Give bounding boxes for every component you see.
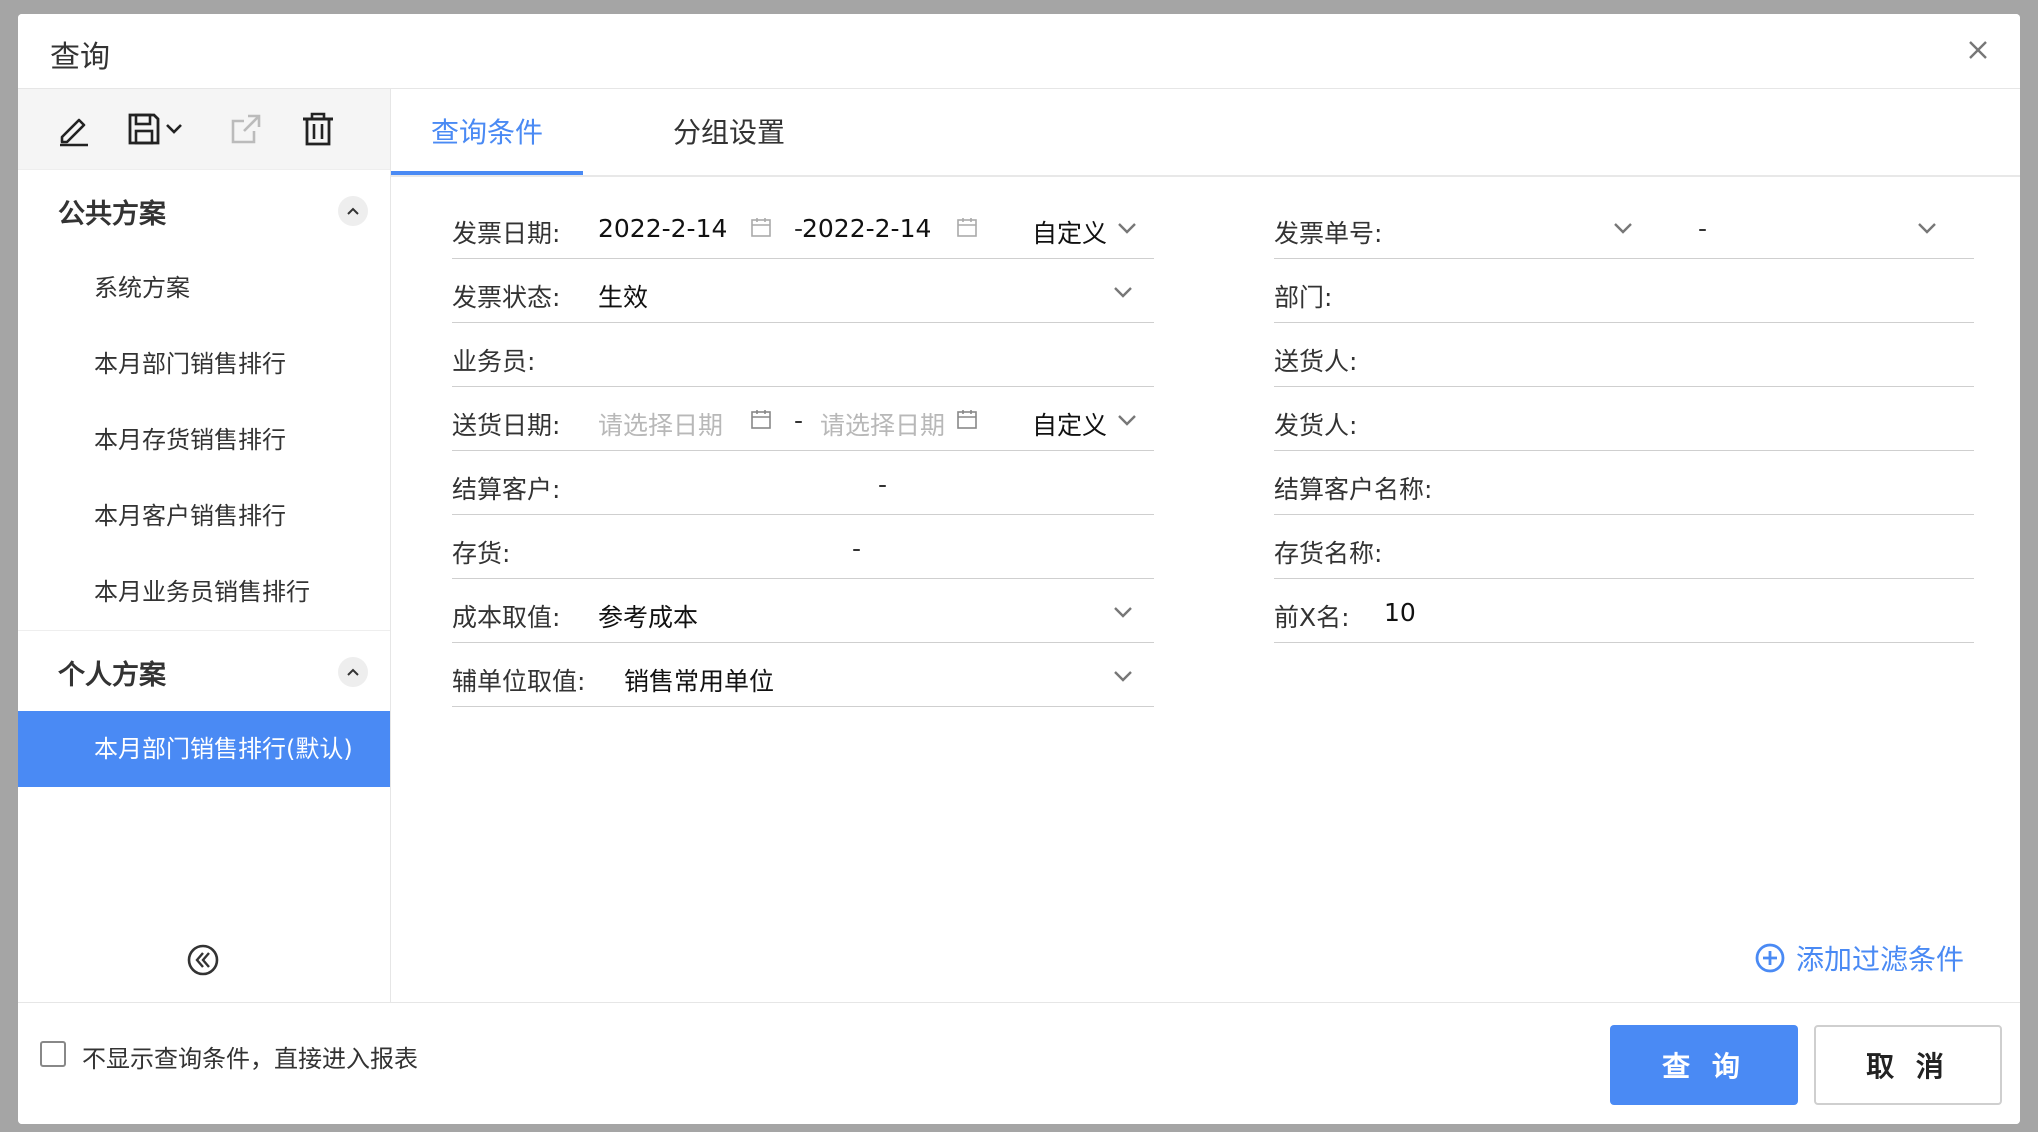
calendar-icon[interactable] <box>956 216 978 238</box>
save-button[interactable] <box>126 107 184 151</box>
tab-bar: 查询条件 分组设置 <box>391 89 2020 177</box>
collapse-public-button[interactable] <box>338 196 368 226</box>
scheme-item-dept-sales[interactable]: 本月部门销售排行 <box>18 326 390 402</box>
close-icon[interactable] <box>1962 34 1994 66</box>
cost-value-label: 成本取值: <box>452 603 561 632</box>
chevron-down-icon[interactable] <box>1116 412 1138 428</box>
salesperson-label: 业务员: <box>452 347 536 376</box>
field-delivery-date: 送货日期: 请选择日期 - 请选择日期 自定义 <box>452 388 1154 451</box>
chevron-down-icon[interactable] <box>1112 668 1134 684</box>
add-filter-label: 添加过滤条件 <box>1796 943 1965 976</box>
skip-conditions-checkbox[interactable] <box>40 1041 66 1067</box>
plus-circle-icon <box>1755 943 1785 973</box>
field-inventory[interactable]: 存货: - <box>452 516 1154 579</box>
chevron-up-icon <box>347 207 359 215</box>
skip-conditions-label: 不显示查询条件，直接进入报表 <box>82 1045 418 1073</box>
chevron-up-icon <box>347 668 359 676</box>
query-button[interactable]: 查 询 <box>1610 1025 1798 1105</box>
field-inventory-name[interactable]: 存货名称: <box>1274 516 1974 579</box>
field-aux-unit[interactable]: 辅单位取值: 销售常用单位 <box>452 644 1154 707</box>
chevron-down-icon[interactable] <box>1112 604 1134 620</box>
scheme-item-dept-sales-default[interactable]: 本月部门销售排行(默认) <box>18 711 390 787</box>
trash-icon <box>303 112 333 146</box>
invoice-no-label: 发票单号: <box>1274 219 1383 248</box>
collapse-sidebar-icon[interactable] <box>186 943 220 977</box>
field-deliverer[interactable]: 送货人: <box>1274 324 1974 387</box>
cancel-button[interactable]: 取 消 <box>1814 1025 2002 1105</box>
calendar-icon[interactable] <box>750 408 772 430</box>
range-separator: - <box>1698 214 1708 243</box>
active-tab-indicator <box>391 171 583 175</box>
delivery-date-range-select[interactable]: 自定义 <box>1032 406 1107 442</box>
field-invoice-status[interactable]: 发票状态: 生效 <box>452 260 1154 323</box>
settle-customer-name-label: 结算客户名称: <box>1274 475 1433 504</box>
scheme-item-inventory-sales[interactable]: 本月存货销售排行 <box>18 402 390 478</box>
field-invoice-no: 发票单号: - <box>1274 196 1974 259</box>
inventory-name-label: 存货名称: <box>1274 539 1383 568</box>
dialog-titlebar: 查询 <box>18 14 2020 89</box>
chevron-down-icon[interactable] <box>1916 220 1938 236</box>
calendar-icon[interactable] <box>750 216 772 238</box>
query-dialog: 查询 公共方案 系统方案 本月部门销售排行 本月存货销售排行 本月客户销售排行 … <box>18 14 2020 1124</box>
aux-unit-select[interactable]: 销售常用单位 <box>624 662 774 698</box>
collapse-personal-button[interactable] <box>338 657 368 687</box>
tab-group-settings[interactable]: 分组设置 <box>673 111 785 151</box>
calendar-icon[interactable] <box>956 408 978 430</box>
inventory-label: 存货: <box>452 539 511 568</box>
top-x-label: 前X名: <box>1274 603 1350 632</box>
range-separator: - <box>794 406 804 435</box>
chevron-down-icon <box>166 124 182 134</box>
field-shipper[interactable]: 发货人: <box>1274 388 1974 451</box>
scheme-item-salesperson-sales[interactable]: 本月业务员销售排行 <box>18 554 390 630</box>
pencil-icon <box>60 118 88 147</box>
field-top-x[interactable]: 前X名: 10 <box>1274 580 1974 643</box>
chevron-down-icon[interactable] <box>1116 220 1138 236</box>
aux-unit-label: 辅单位取值: <box>452 667 586 696</box>
delete-button[interactable] <box>300 107 336 151</box>
deliverer-label: 送货人: <box>1274 347 1358 376</box>
scheme-item-customer-sales[interactable]: 本月客户销售排行 <box>18 478 390 554</box>
invoice-date-from[interactable]: 2022-2-14 <box>598 214 727 243</box>
delivery-date-from[interactable]: 请选择日期 <box>598 406 723 442</box>
range-separator: - <box>852 534 862 563</box>
invoice-date-label: 发票日期: <box>452 219 561 248</box>
scheme-sidebar: 公共方案 系统方案 本月部门销售排行 本月存货销售排行 本月客户销售排行 本月业… <box>18 89 391 1002</box>
add-filter-button[interactable]: 添加过滤条件 <box>1754 938 1964 978</box>
scheme-toolbar <box>18 89 390 169</box>
invoice-status-value[interactable]: 生效 <box>598 278 648 314</box>
external-link-icon <box>231 114 261 144</box>
field-salesperson[interactable]: 业务员: <box>452 324 1154 387</box>
invoice-status-label: 发票状态: <box>452 283 561 312</box>
chevron-down-icon[interactable] <box>1612 220 1634 236</box>
delivery-date-to[interactable]: 请选择日期 <box>820 406 945 442</box>
field-cost-value[interactable]: 成本取值: 参考成本 <box>452 580 1154 643</box>
scheme-item-system[interactable]: 系统方案 <box>18 250 390 326</box>
delivery-date-label: 送货日期: <box>452 411 561 440</box>
field-settle-customer[interactable]: 结算客户: - <box>452 452 1154 515</box>
dialog-title: 查询 <box>50 40 110 75</box>
invoice-date-to[interactable]: 2022-2-14 <box>802 214 931 243</box>
public-schemes-label: 公共方案 <box>58 199 166 230</box>
personal-schemes-label: 个人方案 <box>58 660 166 691</box>
invoice-date-range-select[interactable]: 自定义 <box>1032 214 1107 250</box>
chevron-down-icon[interactable] <box>1112 284 1134 300</box>
field-settle-customer-name[interactable]: 结算客户名称: <box>1274 452 1974 515</box>
range-separator: - <box>878 470 888 499</box>
export-button[interactable] <box>228 107 264 151</box>
personal-schemes-header[interactable]: 个人方案 <box>18 630 390 711</box>
cost-value-select[interactable]: 参考成本 <box>598 598 698 634</box>
field-department[interactable]: 部门: <box>1274 260 1974 323</box>
shipper-label: 发货人: <box>1274 411 1358 440</box>
edit-button[interactable] <box>56 107 92 151</box>
field-invoice-date: 发票日期: 2022-2-14 - 2022-2-14 自定义 <box>452 196 1154 259</box>
public-schemes-header[interactable]: 公共方案 <box>18 169 390 250</box>
department-label: 部门: <box>1274 283 1333 312</box>
top-x-input[interactable]: 10 <box>1384 598 1416 627</box>
settle-customer-label: 结算客户: <box>452 475 561 504</box>
save-icon <box>128 113 160 145</box>
tab-query-conditions[interactable]: 查询条件 <box>431 111 543 151</box>
dialog-footer: 不显示查询条件，直接进入报表 查 询 取 消 <box>18 1002 2020 1124</box>
